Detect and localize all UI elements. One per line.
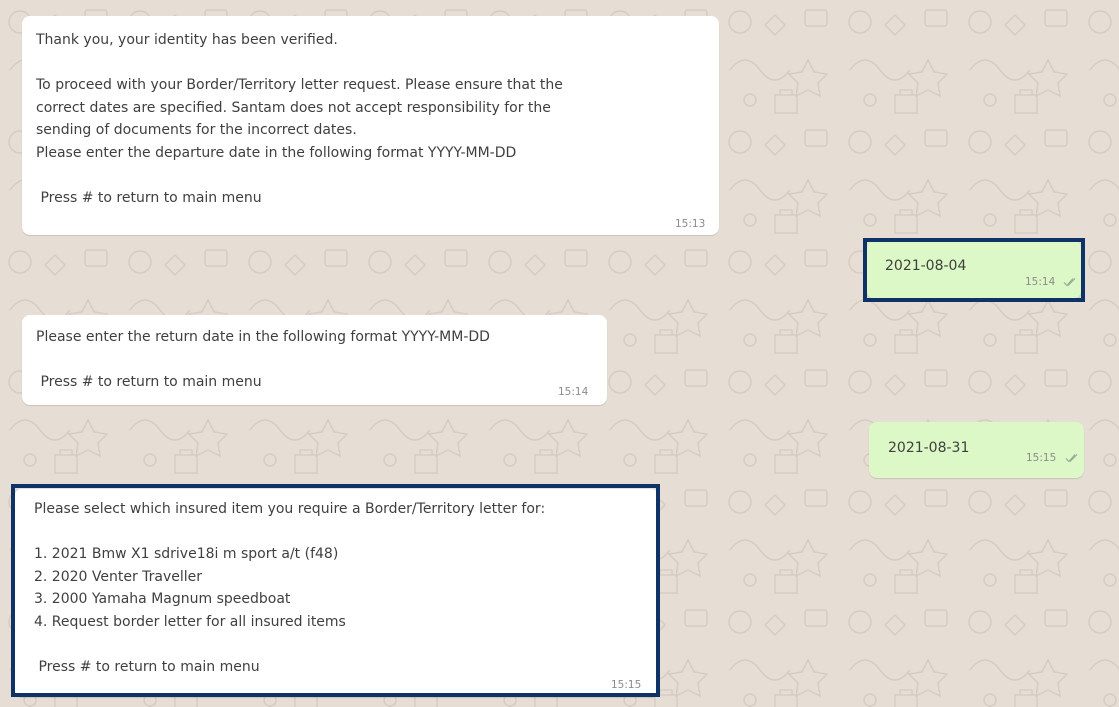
message-text-line: sending of documents for the incorrect d… bbox=[36, 122, 357, 139]
message-timestamp: 15:13 bbox=[675, 218, 706, 230]
message-timestamp: 15:15 bbox=[611, 679, 642, 691]
message-text-line: 4. Request border letter for all insured… bbox=[34, 613, 346, 630]
message-text-line: To proceed with your Border/Territory le… bbox=[36, 77, 563, 94]
incoming-message[interactable]: Thank you, your identity has been verifi… bbox=[22, 16, 719, 235]
message-text-line: 1. 2021 Bmw X1 sdrive18i m sport a/t (f4… bbox=[34, 546, 339, 563]
double-check-icon bbox=[1065, 454, 1078, 463]
message-text-line: Press # to return to main menu bbox=[36, 374, 262, 391]
incoming-message[interactable]: Please enter the return date in the foll… bbox=[22, 315, 607, 405]
incoming-message[interactable]: Please select which insured item you req… bbox=[14, 489, 659, 697]
message-text-line: 2021-08-04 bbox=[885, 258, 967, 274]
outgoing-message[interactable]: 2021-08-31 15:15 bbox=[869, 422, 1084, 478]
message-timestamp: 15:15 bbox=[1026, 452, 1057, 464]
message-text-line: Press # to return to main menu bbox=[36, 190, 262, 207]
message-text-line: 2. 2020 Venter Traveller bbox=[34, 568, 203, 585]
message-text-line bbox=[36, 165, 719, 188]
message-text-line bbox=[36, 52, 719, 75]
double-check-icon bbox=[1063, 278, 1076, 287]
message-text-line: Press # to return to main menu bbox=[34, 659, 260, 676]
message-timestamp: 15:14 bbox=[558, 386, 589, 398]
message-text-line bbox=[34, 521, 659, 544]
message-text-line: 3. 2000 Yamaha Magnum speedboat bbox=[34, 591, 291, 608]
outgoing-message[interactable]: 2021-08-04 15:14 bbox=[867, 240, 1081, 299]
message-text-line: correct dates are specified. Santam does… bbox=[36, 99, 551, 116]
message-text-line bbox=[34, 634, 659, 657]
message-text-line: Thank you, your identity has been verifi… bbox=[36, 32, 338, 48]
message-text-line: Please select which insured item you req… bbox=[34, 501, 546, 517]
message-text-line: Please enter the return date in the foll… bbox=[36, 329, 490, 345]
message-text-line: Please enter the departure date in the f… bbox=[36, 144, 517, 161]
message-timestamp: 15:14 bbox=[1025, 276, 1056, 288]
message-text-line bbox=[36, 349, 607, 372]
